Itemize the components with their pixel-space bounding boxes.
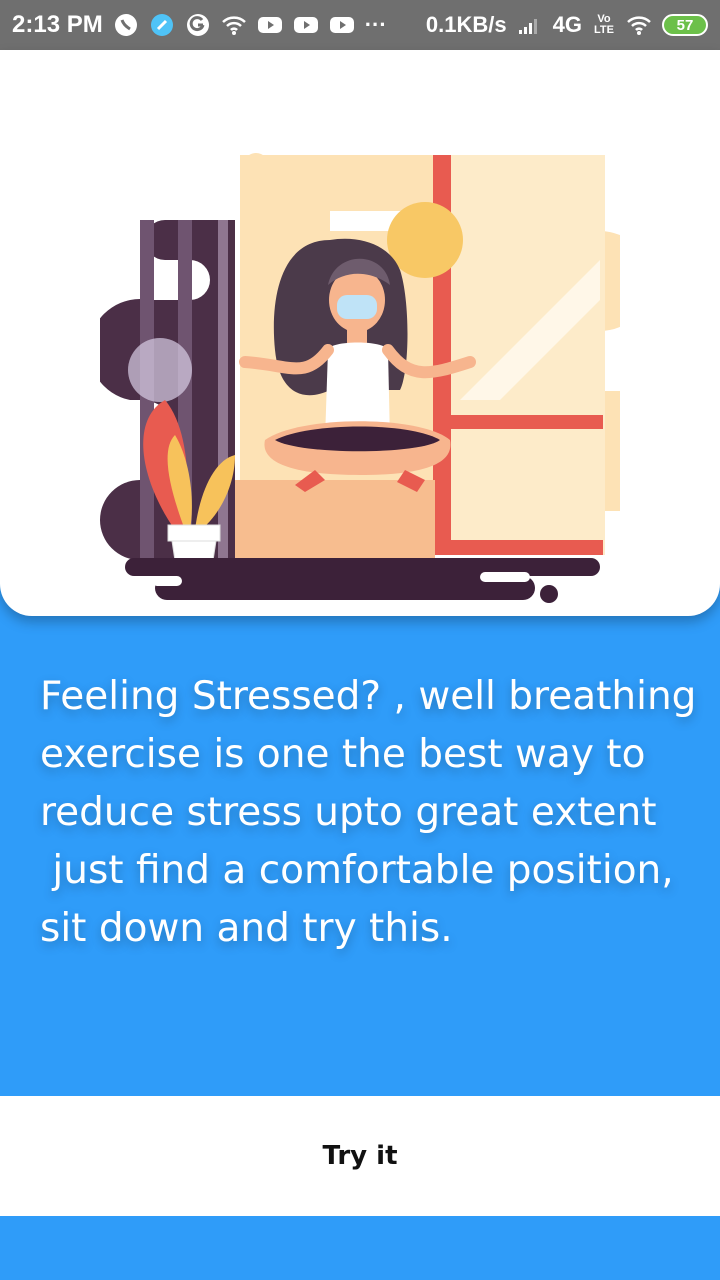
youtube-icon [329, 12, 355, 38]
wifi-icon [221, 12, 247, 38]
meditation-illustration [100, 153, 620, 603]
illustration-card [0, 50, 720, 616]
network-speed: 0.1KB/s [425, 12, 507, 37]
youtube-icon [257, 12, 283, 38]
signal-icon [517, 12, 543, 38]
youtube-icon [293, 12, 319, 38]
overflow-dots: ··· [364, 12, 387, 37]
status-bar: 2:13 PM ··· 0.1KB/s 4G Vo LTE 57 [0, 0, 720, 50]
battery-icon: 57 [662, 14, 708, 36]
whatsapp-icon [113, 12, 139, 38]
wifi-icon [626, 12, 652, 38]
stress-message: Feeling Stressed? , well breathing exerc… [40, 674, 697, 951]
app-icon [149, 12, 175, 38]
try-it-button[interactable]: Try it [0, 1096, 720, 1216]
volte-label: Vo LTE [594, 13, 614, 36]
status-time: 2:13 PM [12, 11, 103, 38]
notification-icons: ··· [113, 12, 387, 38]
google-icon [185, 12, 211, 38]
status-right: 0.1KB/s 4G Vo LTE 57 [426, 12, 708, 38]
network-type: 4G [552, 12, 582, 37]
